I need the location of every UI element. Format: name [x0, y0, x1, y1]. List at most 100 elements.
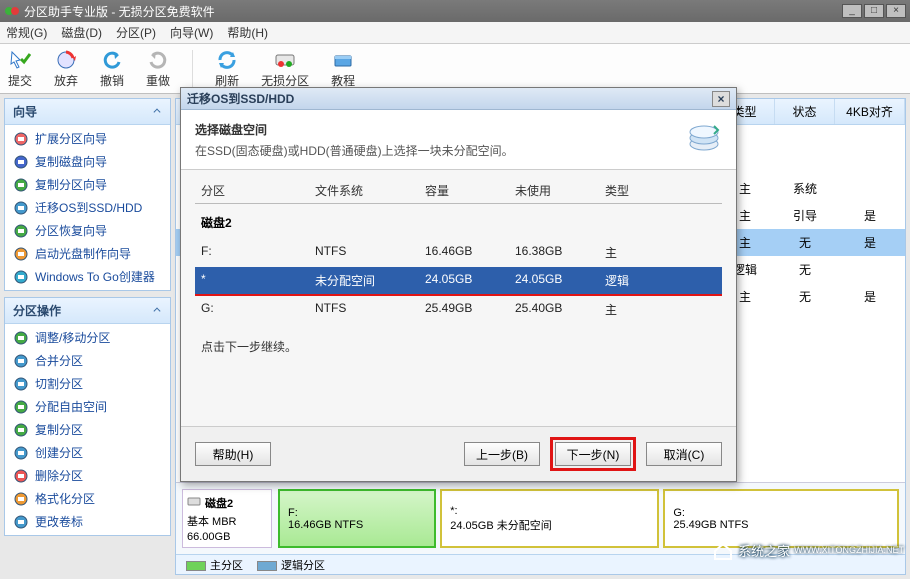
- wizard-item[interactable]: 启动光盘制作向导: [5, 242, 170, 265]
- dialog-grid-header: 分区 文件系统 容量 未使用 类型: [195, 178, 722, 204]
- commit-label: 提交: [8, 72, 32, 89]
- ops-item[interactable]: 分配自由空间: [5, 395, 170, 418]
- menu-disk[interactable]: 磁盘(D): [61, 24, 102, 41]
- redo-icon: [146, 48, 170, 72]
- undo-button[interactable]: 撤销: [100, 48, 124, 89]
- dialog-disk-label: 磁盘2: [195, 204, 722, 239]
- disk-info[interactable]: 磁盘2 基本 MBR 66.00GB: [182, 489, 272, 548]
- next-button[interactable]: 下一步(N): [555, 442, 631, 466]
- cell-cap: 16.46GB: [425, 244, 515, 261]
- col-align[interactable]: 4KB对齐: [835, 99, 905, 124]
- ops-item[interactable]: 调整/移动分区: [5, 326, 170, 349]
- nav-label: 切割分区: [35, 375, 83, 392]
- ops-item[interactable]: 更改卷标: [5, 510, 170, 533]
- minimize-button[interactable]: _: [842, 4, 862, 18]
- nav-icon: [13, 330, 29, 346]
- nav-icon: [13, 223, 29, 239]
- nav-icon: [13, 246, 29, 262]
- wizard-item[interactable]: 复制磁盘向导: [5, 150, 170, 173]
- wizard-item[interactable]: 分区恢复向导: [5, 219, 170, 242]
- nav-icon: [13, 154, 29, 170]
- partition-block[interactable]: F: 16.46GB NTFS: [278, 489, 436, 548]
- migrate-os-dialog: 迁移OS到SSD/HDD × 选择磁盘空间 在SSD(固态硬盘)或HDD(普通硬…: [180, 87, 737, 482]
- wizard-item[interactable]: 迁移OS到SSD/HDD: [5, 196, 170, 219]
- refresh-icon: [215, 48, 239, 72]
- toolbar-separator: [192, 50, 193, 88]
- ops-item[interactable]: 切割分区: [5, 372, 170, 395]
- nav-label: 迁移OS到SSD/HDD: [35, 199, 142, 216]
- col-capacity[interactable]: 容量: [425, 182, 515, 199]
- partition-block[interactable]: G: 25.49GB NTFS: [663, 489, 899, 548]
- collapse-icon[interactable]: [153, 108, 160, 115]
- cancel-button[interactable]: 取消(C): [646, 442, 722, 466]
- ops-item[interactable]: 删除分区: [5, 464, 170, 487]
- dialog-row[interactable]: G: NTFS 25.49GB 25.40GB 主: [195, 296, 722, 324]
- nav-label: 合并分区: [35, 352, 83, 369]
- nav-label: 更改卷标: [35, 513, 83, 530]
- cell-partition: *: [195, 272, 315, 289]
- maximize-button[interactable]: □: [864, 4, 884, 18]
- cell-type: 主: [605, 301, 722, 318]
- disk-size: 66.00GB: [187, 531, 267, 543]
- dialog-close-button[interactable]: ×: [712, 91, 730, 107]
- ops-item[interactable]: 创建分区: [5, 441, 170, 464]
- partition-sub: 16.46GB NTFS: [288, 519, 426, 531]
- wizard-item[interactable]: 扩展分区向导: [5, 127, 170, 150]
- col-type[interactable]: 类型: [605, 182, 722, 199]
- ops-item[interactable]: 复制分区: [5, 418, 170, 441]
- discard-button[interactable]: 放弃: [54, 48, 78, 89]
- close-button[interactable]: ×: [886, 4, 906, 18]
- nav-icon: [13, 177, 29, 193]
- wizard-item[interactable]: Windows To Go创建器: [5, 265, 170, 288]
- dialog-row[interactable]: * 未分配空间 24.05GB 24.05GB 逻辑: [195, 267, 722, 295]
- col-partition[interactable]: 分区: [195, 182, 315, 199]
- nav-icon: [13, 200, 29, 216]
- legend: 主分区 逻辑分区: [176, 554, 905, 574]
- menu-wizard[interactable]: 向导(W): [170, 24, 213, 41]
- collapse-icon[interactable]: [153, 307, 160, 314]
- nav-icon: [13, 445, 29, 461]
- ops-item[interactable]: 格式化分区: [5, 487, 170, 510]
- menu-help[interactable]: 帮助(H): [227, 24, 268, 41]
- ops-item[interactable]: 合并分区: [5, 349, 170, 372]
- tutorial-button[interactable]: 教程: [331, 48, 355, 89]
- nav-label: 分配自由空间: [35, 398, 107, 415]
- commit-button[interactable]: 提交: [8, 48, 32, 89]
- wizard-item[interactable]: 复制分区向导: [5, 173, 170, 196]
- menu-general[interactable]: 常规(G): [6, 24, 47, 41]
- nav-label: 启动光盘制作向导: [35, 245, 131, 262]
- redo-button[interactable]: 重做: [146, 48, 170, 89]
- nav-icon: [13, 422, 29, 438]
- cell-partition: G:: [195, 301, 315, 318]
- refresh-button[interactable]: 刷新: [215, 48, 239, 89]
- nav-icon: [13, 491, 29, 507]
- partition-label: *:: [450, 505, 649, 517]
- nav-label: 分区恢复向导: [35, 222, 107, 239]
- lossless-button[interactable]: 无损分区: [261, 48, 309, 89]
- cell-fs: NTFS: [315, 301, 425, 318]
- dialog-hint: 点击下一步继续。: [195, 324, 722, 369]
- menu-bar: 常规(G) 磁盘(D) 分区(P) 向导(W) 帮助(H): [0, 22, 910, 44]
- redo-label: 重做: [146, 72, 170, 89]
- cell-status: 引导: [775, 205, 835, 226]
- col-filesystem[interactable]: 文件系统: [315, 182, 425, 199]
- nav-icon: [13, 269, 29, 285]
- disk-map: 磁盘2 基本 MBR 66.00GB F: 16.46GB NTFS *: 24…: [176, 482, 905, 554]
- highlight-box: 下一步(N): [550, 437, 636, 471]
- cell-status: 无: [775, 232, 835, 253]
- disk-sub: 基本 MBR: [187, 513, 267, 529]
- partition-block[interactable]: *: 24.05GB 未分配空间: [440, 489, 659, 548]
- cell-align: [835, 259, 905, 280]
- undo-label: 撤销: [100, 72, 124, 89]
- help-button[interactable]: 帮助(H): [195, 442, 271, 466]
- menu-partition[interactable]: 分区(P): [116, 24, 156, 41]
- cell-status: 无: [775, 286, 835, 307]
- cell-partition: F:: [195, 244, 315, 261]
- nav-label: 复制磁盘向导: [35, 153, 107, 170]
- col-status[interactable]: 状态: [775, 99, 835, 124]
- back-button[interactable]: 上一步(B): [464, 442, 540, 466]
- dialog-title: 迁移OS到SSD/HDD: [187, 90, 712, 107]
- col-free[interactable]: 未使用: [515, 182, 605, 199]
- drive-icon: [331, 48, 355, 72]
- dialog-row[interactable]: F: NTFS 16.46GB 16.38GB 主: [195, 239, 722, 267]
